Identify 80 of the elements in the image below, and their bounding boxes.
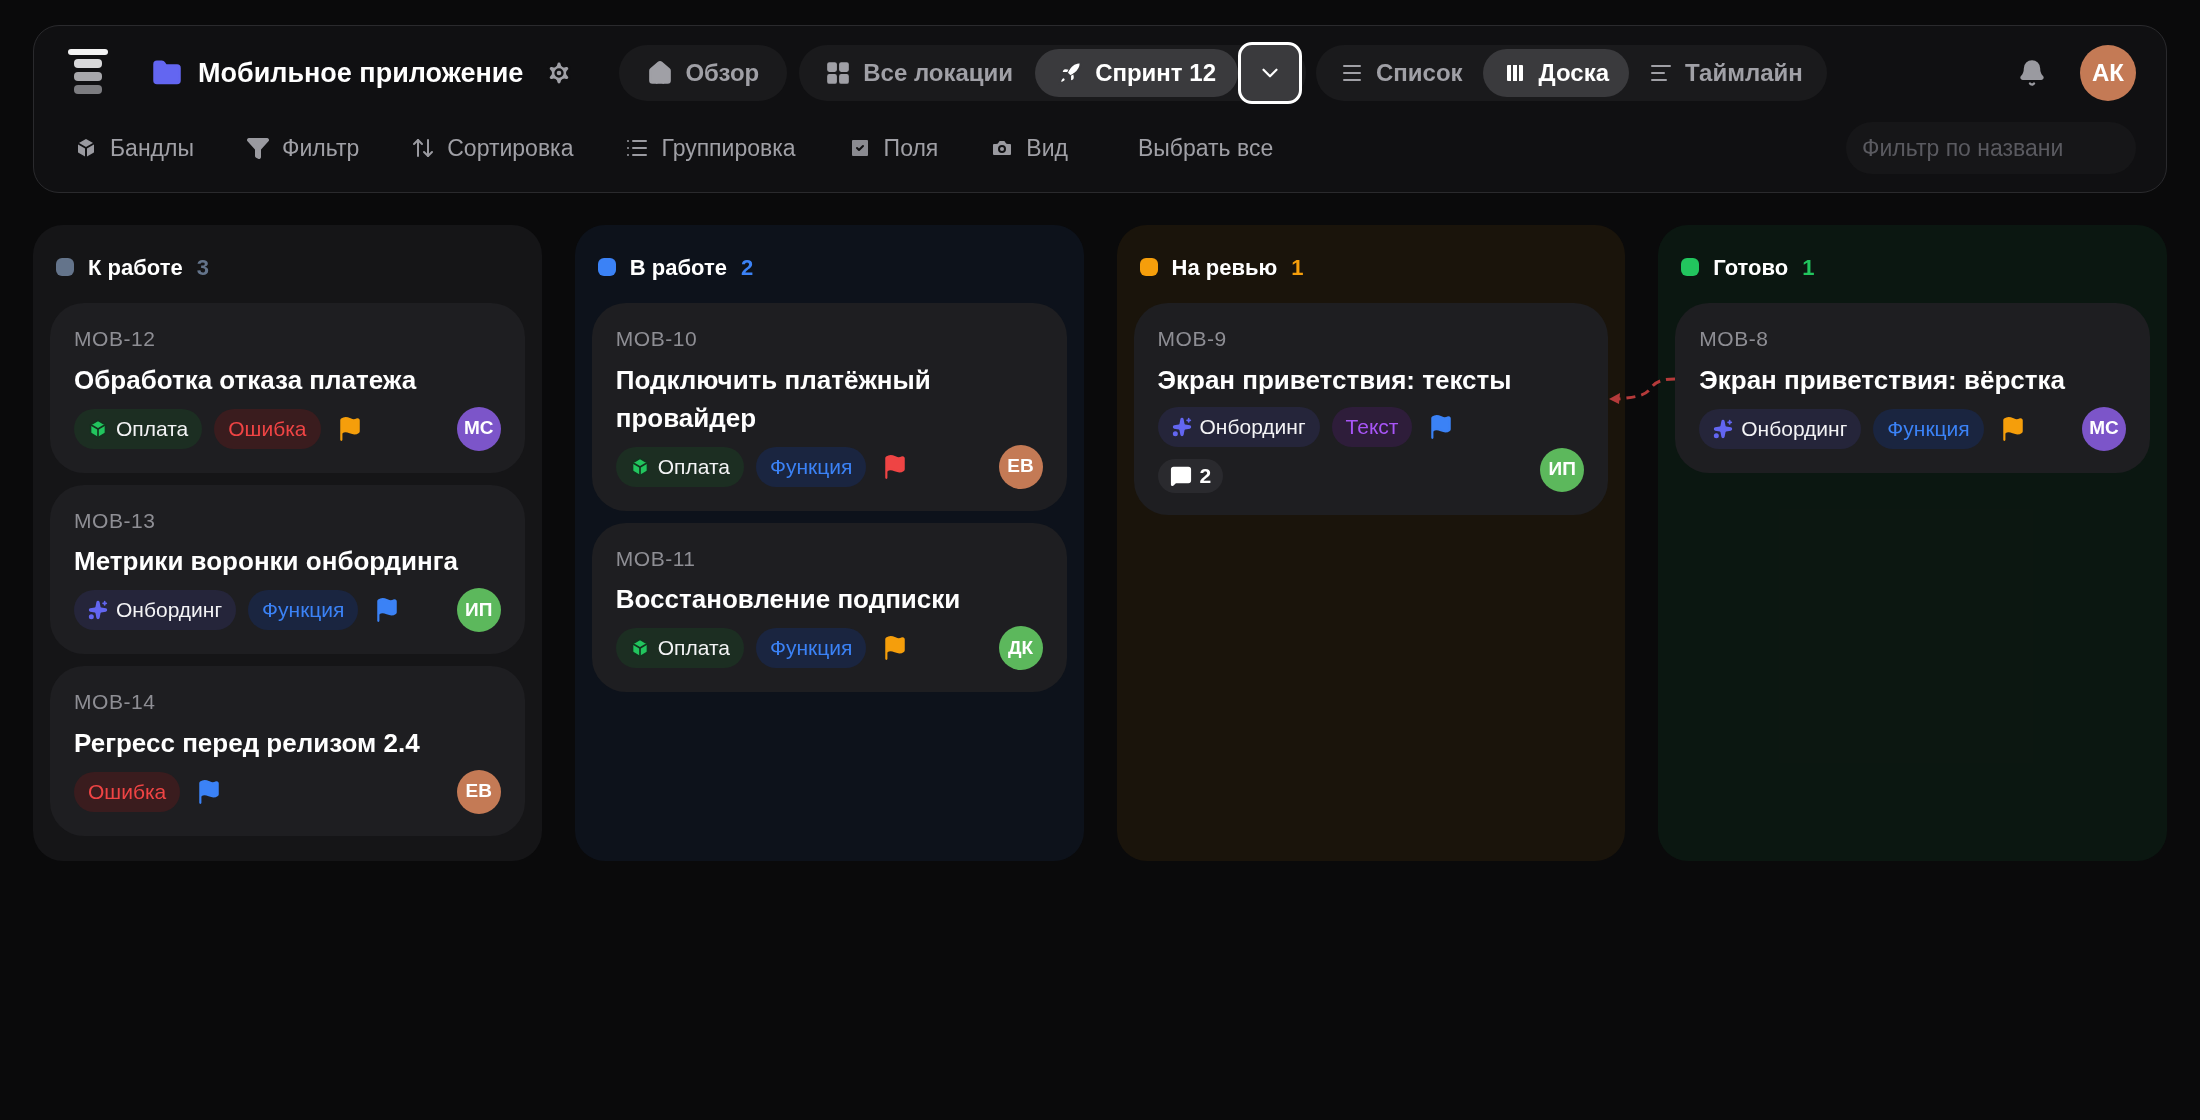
toolbar-button[interactable]: Вид	[990, 130, 1068, 166]
column-count: 1	[1802, 253, 1815, 282]
tag: Онбординг	[74, 590, 237, 630]
tag: Оплата	[74, 408, 203, 449]
notification-bell-icon[interactable]	[2018, 59, 2046, 87]
cube-icon	[629, 638, 650, 658]
project-title: Мобильное приложение	[198, 56, 524, 90]
task-card[interactable]: MOB-13 Метрики воронки онбординга Онбординг Функция ИП	[50, 484, 525, 654]
column-title: В работе	[629, 253, 727, 282]
assignee-avatar: ЕВ	[456, 769, 501, 814]
column-count: 3	[196, 253, 209, 282]
toolbar-button[interactable]: Выбрать все	[1137, 130, 1274, 166]
search-field[interactable]: Фильтр по названи	[1846, 122, 2136, 174]
tag: Оплата	[615, 446, 744, 487]
view-tab[interactable]: Таймлайн	[1629, 49, 1823, 97]
task-id: MOB-10	[615, 326, 699, 352]
task-title: Обработка отказа платежа	[74, 363, 418, 397]
task-title: Регресс перед релизом 2.4	[74, 726, 421, 760]
task-id: MOB-13	[74, 507, 157, 534]
task-title: Экран приветствия: вёрстка	[1699, 363, 2066, 397]
dependency-arrow	[1608, 375, 1676, 405]
task-title: Подключить платёжный провайдер	[615, 363, 932, 435]
assignee-avatar: ИП	[456, 588, 501, 632]
sort-icon	[411, 136, 436, 160]
tag: Оплата	[615, 628, 744, 668]
assignee-avatar: ИП	[1540, 447, 1585, 492]
task-card[interactable]: MOB-10 Подключить платёжный провайдер Оплата Функция ЕВ	[591, 303, 1067, 511]
task-card[interactable]: MOB-12 Обработка отказа платежа Оплата Ошибка МС	[50, 303, 525, 473]
task-id: MOB-8	[1699, 326, 1770, 352]
task-card[interactable]: MOB-11 Восстановление подписки Оплата Функция ДК	[591, 522, 1067, 692]
task-card[interactable]: MOB-14 Регресс перед релизом 2.4 Ошибка ЕВ	[50, 666, 525, 836]
toolbar-button[interactable]: Сортировка	[411, 130, 574, 166]
toolbar-button[interactable]: Поля	[847, 130, 939, 166]
logo-icon	[68, 49, 108, 97]
location-tab[interactable]: Все локации	[803, 49, 1036, 97]
assignee-avatar: МС	[456, 406, 501, 451]
column-title: Готово	[1713, 253, 1789, 282]
tag: Онбординг	[1699, 408, 1862, 449]
task-id: MOB-14	[74, 689, 157, 715]
column-count: 1	[1291, 253, 1304, 282]
location-tab[interactable]: Спринт 12	[1035, 49, 1238, 97]
cube-icon	[629, 456, 650, 477]
tag: Функция	[756, 628, 867, 668]
grid-icon	[825, 60, 852, 86]
dropdown-button[interactable]	[1238, 42, 1302, 104]
column-count: 2	[740, 253, 754, 282]
view-tab[interactable]: Список	[1320, 49, 1483, 97]
filter-icon	[245, 136, 270, 160]
assignee-avatar: ЕВ	[998, 444, 1043, 489]
tag: Функция	[1873, 408, 1984, 449]
assignee-avatar: МС	[2082, 406, 2126, 451]
sparkle-icon	[1171, 416, 1192, 437]
column-title: К работе	[88, 253, 183, 282]
column-title: На ревью	[1171, 253, 1278, 282]
task-card[interactable]: MOB-8 Экран приветствия: вёрстка Онбординг Функция МС	[1675, 303, 2150, 473]
toolbar-button[interactable]: Бандлы	[74, 130, 194, 166]
tag: Текст	[1331, 406, 1413, 447]
cube-icon	[88, 418, 108, 439]
tag: Ошибка	[214, 408, 321, 449]
task-title: Восстановление подписки	[615, 583, 962, 616]
task-title: Экран приветствия: тексты	[1157, 363, 1513, 397]
tag: Ошибка	[74, 771, 181, 812]
toolbar-button[interactable]: Фильтр	[245, 130, 360, 166]
sparkle-icon	[88, 600, 108, 620]
tag: Функция	[248, 590, 359, 630]
tag: Функция	[756, 446, 867, 487]
home-icon	[647, 60, 674, 86]
tag: Онбординг	[1157, 406, 1320, 447]
comment-icon	[1169, 464, 1192, 487]
task-id: MOB-12	[74, 326, 157, 352]
comment-count[interactable]: 2	[1157, 458, 1224, 493]
task-id: MOB-9	[1157, 326, 1228, 352]
view-tab[interactable]: Доска	[1482, 49, 1630, 97]
task-title: Метрики воронки онбординга	[74, 545, 460, 578]
task-id: MOB-11	[615, 545, 697, 572]
sparkle-icon	[1713, 418, 1734, 439]
task-card[interactable]: MOB-9 Экран приветствия: тексты Онбординг Текст 2 ИП	[1133, 303, 1609, 515]
toolbar-button[interactable]: Группировка	[625, 130, 796, 166]
assignee-avatar: ДК	[998, 626, 1043, 670]
overview-tab[interactable]: Обзор	[619, 45, 788, 101]
